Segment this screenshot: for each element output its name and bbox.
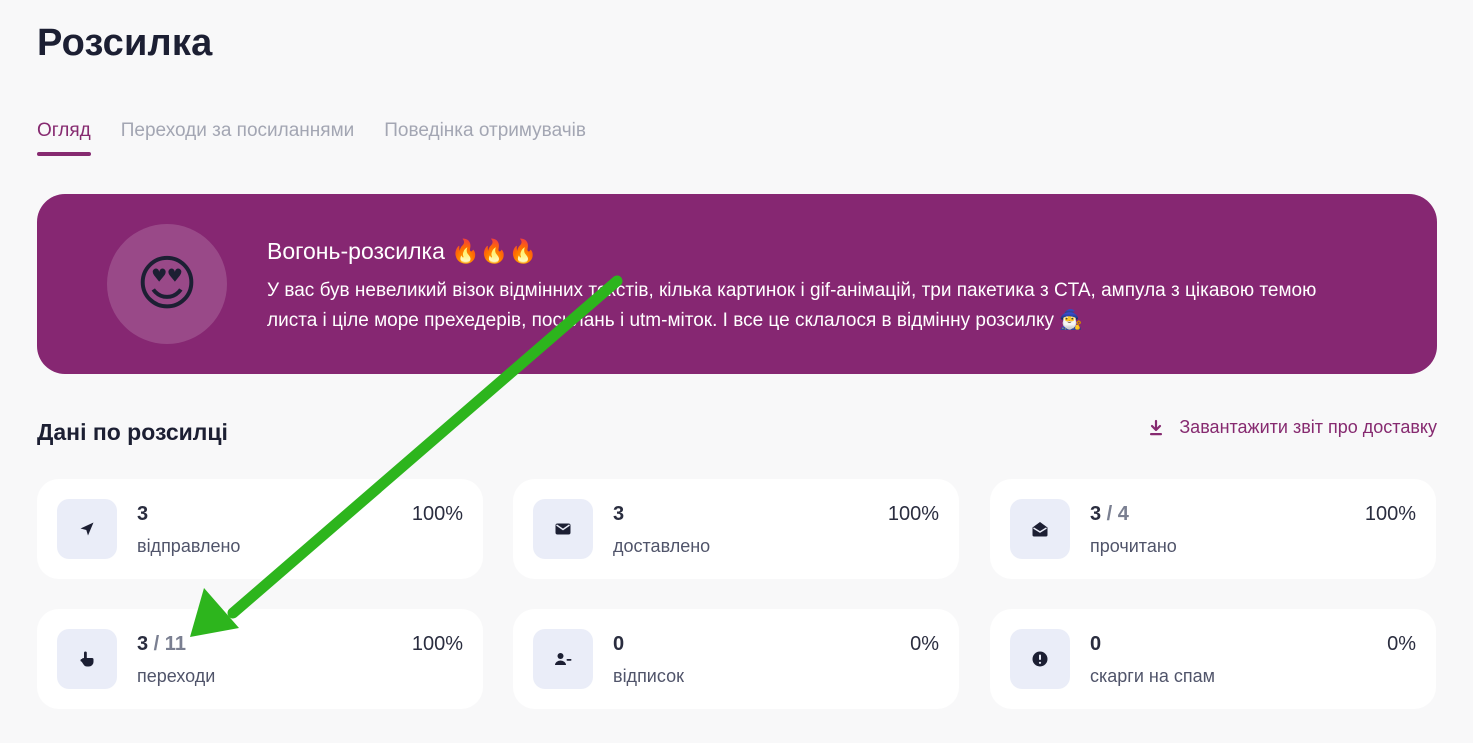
stat-card-clicks: 3 / 11 переходи 100% [37,609,483,709]
stat-value: 0 [1090,633,1102,655]
stat-card-read: 3 / 4 прочитано 100% [990,479,1436,579]
tab-overview[interactable]: Огляд [37,118,91,158]
stat-card-sent: 3 відправлено 100% [37,479,483,579]
heart-eyes-emoji-icon: 😍 [135,250,199,317]
open-envelope-icon [1032,522,1048,537]
tab-recipient-behavior[interactable]: Поведінка отримувачів [384,118,586,158]
alert-circle-icon [1032,651,1048,667]
stat-percent: 100% [411,503,463,525]
stat-value: 3 [613,503,625,525]
stat-label: переходи [137,666,216,686]
stat-card-unsubscribes: 0 відписок 0% [513,609,959,709]
stat-value: 3 / 11 [137,633,186,655]
tab-link-clicks[interactable]: Переходи за посиланнями [121,118,354,158]
stat-label: доставлено [613,536,711,556]
banner-title: Вогонь-розсилка 🔥🔥🔥 [267,238,538,264]
stat-label: відправлено [137,536,241,556]
section-title: Дані по розсилці [37,419,228,445]
page-title: Розсилка [37,22,213,64]
stat-label: відписок [613,666,684,686]
stat-percent: 0% [1387,633,1416,655]
stat-percent: 100% [411,633,463,655]
tab-bar: Огляд Переходи за посиланнями Поведінка … [37,118,586,158]
stat-card-delivered: 3 доставлено 100% [513,479,959,579]
download-report-link[interactable]: Завантажити звіт про доставку [1147,417,1437,438]
stat-percent: 0% [910,633,939,655]
stat-icon-box [57,629,117,689]
envelope-icon [555,523,571,535]
stat-icon-box [1010,499,1070,559]
send-icon [80,522,94,536]
stat-icon-box [533,499,593,559]
stat-percent: 100% [887,503,939,525]
stat-label: прочитано [1090,536,1177,556]
pointer-hand-icon [80,651,94,667]
banner-emoji-circle: 😍 [107,224,227,344]
stat-icon-box [533,629,593,689]
stat-value: 3 [137,503,149,525]
download-icon [1150,419,1163,435]
stat-icon-box [57,499,117,559]
banner-text: У вас був невеликий візок відмінних текс… [267,280,1317,331]
download-report-label: Завантажити звіт про доставку [1179,417,1437,437]
result-banner: 😍 Вогонь-розсилка 🔥🔥🔥 У вас був невелики… [37,194,1437,374]
stat-percent: 100% [1364,503,1416,525]
stat-icon-box [1010,629,1070,689]
stat-card-spam-complaints: 0 скарги на спам 0% [990,609,1436,709]
stat-value: 0 [613,633,625,655]
user-minus-icon [555,653,572,665]
page: Розсилка Огляд Переходи за посиланнями П… [0,0,1473,743]
stat-value: 3 / 4 [1090,503,1129,525]
stat-label: скарги на спам [1090,666,1215,686]
